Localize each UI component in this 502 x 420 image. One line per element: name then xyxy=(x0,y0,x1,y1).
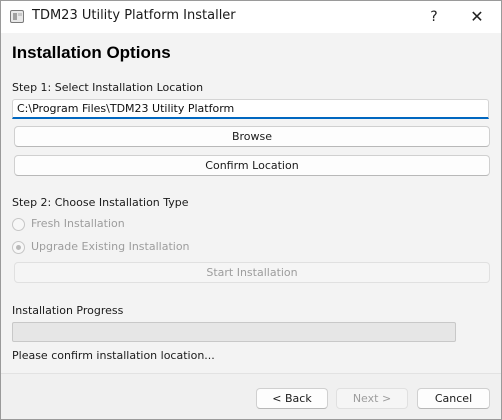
radio-label: Upgrade Existing Installation xyxy=(31,240,190,253)
radio-label: Fresh Installation xyxy=(31,217,125,230)
page-title: Installation Options xyxy=(12,43,171,62)
help-button[interactable]: ? xyxy=(415,4,453,30)
progress-label: Installation Progress xyxy=(12,304,124,317)
app-icon xyxy=(10,10,24,23)
installation-options-panel: Installation Options Step 1: Select Inst… xyxy=(1,33,501,373)
radio-button[interactable] xyxy=(12,218,25,231)
start-installation-button[interactable]: Start Installation xyxy=(14,262,490,283)
confirm-location-button[interactable]: Confirm Location xyxy=(14,155,490,176)
install-path-input[interactable] xyxy=(12,99,489,119)
back-button[interactable]: < Back xyxy=(256,388,328,409)
next-button[interactable]: Next > xyxy=(336,388,408,409)
cancel-button[interactable]: Cancel xyxy=(417,388,490,409)
window-title: TDM23 Utility Platform Installer xyxy=(32,8,236,23)
title-bar[interactable]: TDM23 Utility Platform Installer ? ✕ xyxy=(1,1,501,33)
wizard-footer: < Back Next > Cancel xyxy=(1,373,501,419)
close-button[interactable]: ✕ xyxy=(457,4,497,30)
step2-label: Step 2: Choose Installation Type xyxy=(12,196,189,209)
installer-window: TDM23 Utility Platform Installer ? ✕ Ins… xyxy=(0,0,502,420)
radio-button-checked[interactable] xyxy=(12,241,25,254)
installation-progress-bar xyxy=(12,322,456,342)
step1-label: Step 1: Select Installation Location xyxy=(12,81,204,94)
status-text: Please confirm installation location... xyxy=(12,349,215,362)
browse-button[interactable]: Browse xyxy=(14,126,490,147)
